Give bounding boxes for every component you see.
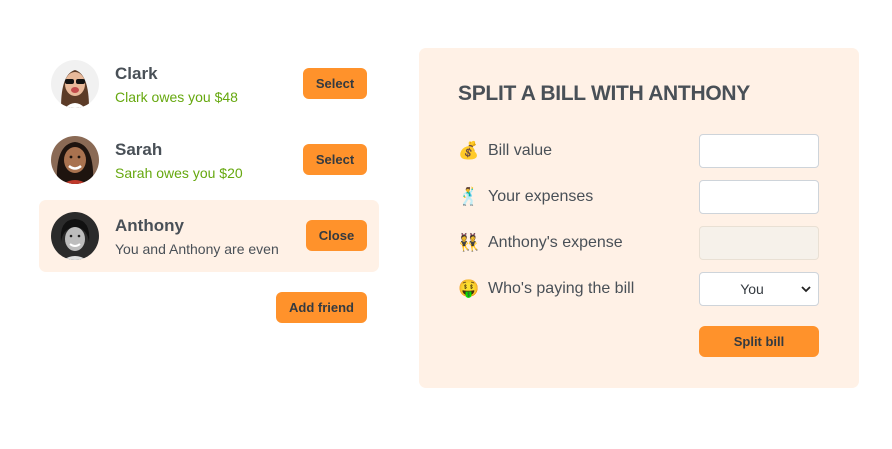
add-friend-button[interactable]: Add friend <box>276 292 367 323</box>
form-title: Split a bill with Anthony <box>458 82 750 105</box>
payer-select[interactable]: You <box>699 272 819 306</box>
split-bill-button[interactable]: Split bill <box>699 326 819 357</box>
select-button[interactable]: Select <box>303 144 367 175</box>
friend-name: Clark <box>115 64 158 83</box>
friend-expense-input <box>699 226 819 260</box>
payer-selected-value: You <box>740 281 764 297</box>
friends-list: Clark Clark owes you $48 Select Sarah Sa… <box>39 48 379 276</box>
friend-item-clark: Clark Clark owes you $48 Select <box>39 48 379 120</box>
payer-label: Who's paying the bill <box>488 280 635 297</box>
select-button[interactable]: Select <box>303 68 367 99</box>
friend-balance: Sarah owes you $20 <box>115 165 243 181</box>
close-button[interactable]: Close <box>306 220 367 251</box>
avatar <box>51 136 99 184</box>
friend-item-sarah: Sarah Sarah owes you $20 Select <box>39 124 379 196</box>
money-bag-icon: 💰 <box>458 141 480 160</box>
avatar <box>51 60 99 108</box>
dancers-icon: 👯 <box>458 233 480 252</box>
bill-value-input[interactable] <box>699 134 819 168</box>
chevron-down-icon <box>801 286 811 293</box>
friend-balance: Clark owes you $48 <box>115 89 238 105</box>
friend-name: Sarah <box>115 140 163 159</box>
friend-name: Anthony <box>115 216 184 235</box>
split-bill-form: Split a bill with Anthony 💰 Bill value 🕺… <box>419 48 859 388</box>
friend-balance: You and Anthony are even <box>115 241 279 257</box>
friend-item-anthony: Anthony You and Anthony are even Close <box>39 200 379 272</box>
your-expense-row: 🕺 Your expenses <box>458 180 819 214</box>
money-face-icon: 🤑 <box>458 279 480 298</box>
your-expense-input[interactable] <box>699 180 819 214</box>
bill-value-row: 💰 Bill value <box>458 134 819 168</box>
payer-row: 🤑 Who's paying the bill You <box>458 272 819 306</box>
dancer-icon: 🕺 <box>458 187 480 206</box>
friend-expense-row: 👯 Anthony's expense <box>458 226 819 260</box>
your-expense-label: Your expenses <box>488 188 594 205</box>
friend-expense-label: Anthony's expense <box>488 234 623 251</box>
avatar <box>51 212 99 260</box>
bill-value-label: Bill value <box>488 142 553 159</box>
